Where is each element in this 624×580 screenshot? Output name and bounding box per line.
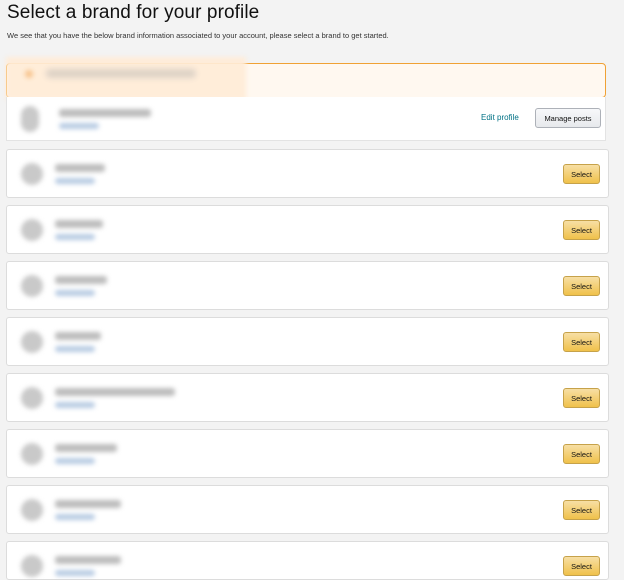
brand-name-redacted	[55, 276, 107, 284]
brand-name-redacted	[55, 444, 117, 452]
edit-profile-link[interactable]: Edit profile	[481, 113, 519, 122]
brand-name-redacted	[55, 556, 121, 564]
brand-subtext-redacted	[55, 346, 95, 352]
brand-name-redacted	[55, 332, 101, 340]
brand-row: Select	[6, 261, 609, 310]
profile-name-redacted	[59, 109, 151, 117]
select-brand-button[interactable]: Select	[563, 332, 600, 352]
brand-subtext-redacted	[55, 234, 95, 240]
profile-avatar	[21, 106, 39, 132]
brand-row: Select	[6, 317, 609, 366]
profile-subtext-redacted	[59, 123, 99, 129]
brand-avatar	[21, 275, 43, 297]
select-brand-button[interactable]: Select	[563, 276, 600, 296]
brand-subtext-redacted	[55, 514, 95, 520]
select-brand-button[interactable]: Select	[563, 556, 600, 576]
alert-text-redacted	[46, 69, 196, 78]
profile-card: Edit profile Manage posts	[6, 97, 606, 141]
select-brand-button[interactable]: Select	[563, 444, 600, 464]
brand-name-redacted	[55, 388, 175, 396]
brand-subtext-redacted	[55, 402, 95, 408]
select-brand-button[interactable]: Select	[563, 500, 600, 520]
brand-row: Select	[6, 429, 609, 478]
select-brand-button[interactable]: Select	[563, 388, 600, 408]
brand-avatar	[21, 443, 43, 465]
brand-subtext-redacted	[55, 290, 95, 296]
brand-row: Select	[6, 149, 609, 198]
page-title: Select a brand for your profile	[7, 2, 260, 23]
brand-row: Select	[6, 205, 609, 254]
select-brand-button[interactable]: Select	[563, 220, 600, 240]
brand-subtext-redacted	[55, 178, 95, 184]
brand-name-redacted	[55, 220, 103, 228]
alert-redacted-area	[6, 57, 246, 100]
brand-row: Select	[6, 541, 609, 580]
brand-avatar	[21, 331, 43, 353]
brand-avatar	[21, 499, 43, 521]
brand-row: Select	[6, 373, 609, 422]
brand-name-redacted	[55, 500, 121, 508]
page-subtitle: We see that you have the below brand inf…	[7, 31, 389, 40]
brand-avatar	[21, 219, 43, 241]
brand-avatar	[21, 163, 43, 185]
brand-avatar	[21, 387, 43, 409]
brand-subtext-redacted	[55, 570, 95, 576]
brand-subtext-redacted	[55, 458, 95, 464]
select-brand-button[interactable]: Select	[563, 164, 600, 184]
brand-row: Select	[6, 485, 609, 534]
alert-icon	[25, 70, 33, 78]
manage-posts-button[interactable]: Manage posts	[535, 108, 601, 128]
brand-name-redacted	[55, 164, 105, 172]
brand-avatar	[21, 555, 43, 577]
